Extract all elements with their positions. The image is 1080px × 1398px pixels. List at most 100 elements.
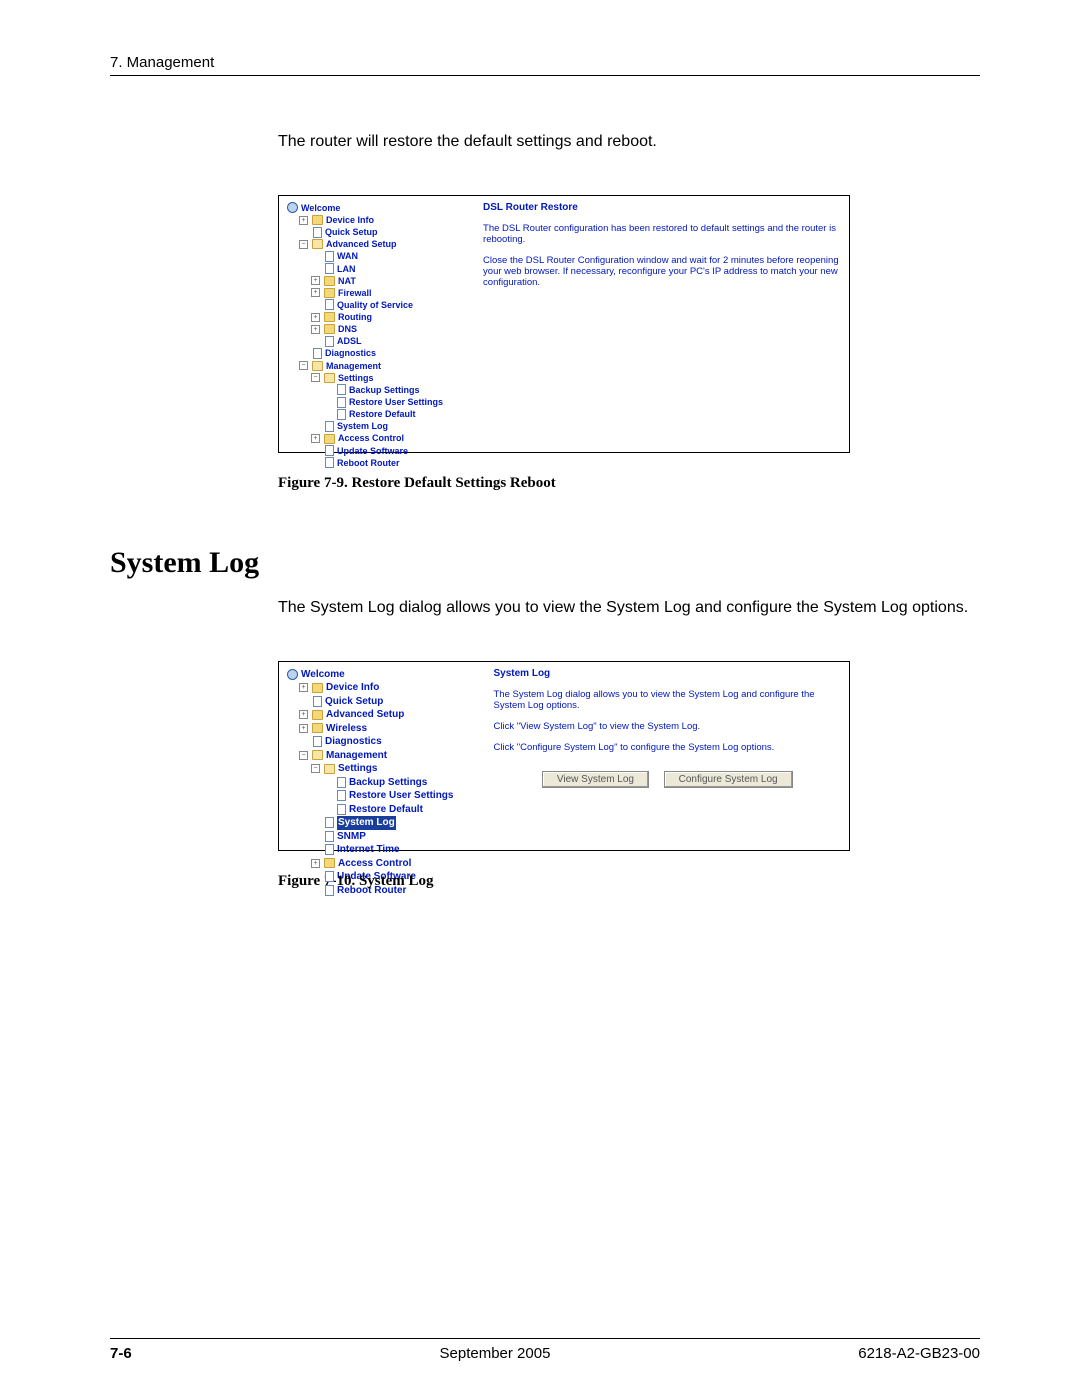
expand-icon[interactable]: + — [311, 288, 320, 297]
tree-quick-setup[interactable]: Quick Setup — [325, 226, 378, 238]
tree-backup[interactable]: Backup Settings — [349, 776, 427, 790]
expand-icon[interactable]: + — [311, 313, 320, 322]
tree-routing[interactable]: Routing — [338, 311, 372, 323]
expand-icon[interactable]: + — [311, 434, 320, 443]
page-icon — [313, 736, 322, 747]
tree-dns[interactable]: DNS — [338, 323, 357, 335]
tree-system-log[interactable]: System Log — [337, 420, 388, 432]
tree-welcome[interactable]: Welcome — [301, 668, 345, 682]
doc-number: 6218-A2-GB23-00 — [858, 1345, 980, 1362]
tree-welcome[interactable]: Welcome — [301, 202, 340, 214]
nav-tree: Welcome + Device Info Quick Setup − Advanc… — [287, 202, 443, 469]
page-icon — [325, 336, 334, 347]
tree-device-info[interactable]: Device Info — [326, 214, 374, 226]
tree-restore-user[interactable]: Restore User Settings — [349, 789, 453, 803]
content-text: Click "Configure System Log" to configur… — [493, 742, 841, 753]
folder-icon — [312, 683, 323, 693]
content-pane: System Log The System Log dialog allows … — [493, 668, 841, 898]
header-rule — [110, 75, 980, 76]
tree-diagnostics[interactable]: Diagnostics — [325, 347, 376, 359]
content-text: Click "View System Log" to view the Syst… — [493, 721, 841, 732]
expand-icon[interactable]: + — [299, 710, 308, 719]
page-icon — [337, 777, 346, 788]
page-icon — [325, 263, 334, 274]
page-icon — [325, 445, 334, 456]
tree-access-control[interactable]: Access Control — [338, 857, 411, 871]
tree-backup[interactable]: Backup Settings — [349, 384, 420, 396]
tree-restore-default[interactable]: Restore Default — [349, 408, 416, 420]
folder-icon — [312, 710, 323, 720]
tree-management[interactable]: Management — [326, 749, 387, 763]
globe-icon — [287, 202, 298, 213]
footer-rule — [110, 1338, 980, 1339]
page-icon — [325, 831, 334, 842]
page-number: 7-6 — [110, 1345, 132, 1362]
intro-paragraph: The router will restore the default sett… — [278, 132, 980, 153]
figure-caption: Figure 7-9. Restore Default Settings Reb… — [278, 475, 980, 492]
tree-device-info[interactable]: Device Info — [326, 681, 379, 695]
tree-adsl[interactable]: ADSL — [337, 335, 362, 347]
expand-icon[interactable]: + — [299, 724, 308, 733]
folder-open-icon — [324, 373, 335, 383]
page-icon — [337, 409, 346, 420]
page-icon — [325, 885, 334, 896]
page-icon — [337, 384, 346, 395]
collapse-icon[interactable]: − — [311, 373, 320, 382]
tree-settings[interactable]: Settings — [338, 372, 374, 384]
tree-qos[interactable]: Quality of Service — [337, 299, 413, 311]
folder-open-icon — [312, 239, 323, 249]
tree-settings[interactable]: Settings — [338, 762, 377, 776]
page-icon — [337, 790, 346, 801]
tree-snmp[interactable]: SNMP — [337, 830, 366, 844]
tree-diagnostics[interactable]: Diagnostics — [325, 735, 382, 749]
tree-wan[interactable]: WAN — [337, 250, 358, 262]
collapse-icon[interactable]: − — [311, 764, 320, 773]
tree-internet-time[interactable]: Internet Time — [337, 843, 400, 857]
collapse-icon[interactable]: − — [299, 240, 308, 249]
tree-management[interactable]: Management — [326, 360, 381, 372]
tree-restore-user[interactable]: Restore User Settings — [349, 396, 443, 408]
page-icon — [325, 421, 334, 432]
figure-7-10: Welcome + Device Info Quick Setup + Advanc… — [278, 661, 850, 851]
expand-icon[interactable]: + — [311, 325, 320, 334]
page-icon — [325, 844, 334, 855]
expand-icon[interactable]: + — [299, 216, 308, 225]
folder-open-icon — [312, 750, 323, 760]
page-icon — [337, 397, 346, 408]
tree-access-control[interactable]: Access Control — [338, 432, 404, 444]
folder-icon — [324, 434, 335, 444]
globe-icon — [287, 669, 298, 680]
tree-restore-default[interactable]: Restore Default — [349, 803, 423, 817]
content-text: Close the DSL Router Configuration windo… — [483, 255, 841, 288]
tree-system-log-selected[interactable]: System Log — [337, 816, 396, 830]
content-title: System Log — [493, 668, 841, 679]
expand-icon[interactable]: + — [299, 683, 308, 692]
tree-update-software[interactable]: Update Software — [337, 445, 408, 457]
tree-wireless[interactable]: Wireless — [326, 722, 367, 736]
page-icon — [325, 871, 334, 882]
tree-quick-setup[interactable]: Quick Setup — [325, 695, 383, 709]
collapse-icon[interactable]: − — [299, 751, 308, 760]
folder-icon — [324, 324, 335, 334]
collapse-icon[interactable]: − — [299, 361, 308, 370]
folder-icon — [324, 276, 335, 286]
content-pane: DSL Router Restore The DSL Router config… — [483, 202, 841, 469]
page-icon — [337, 804, 346, 815]
page-icon — [325, 457, 334, 468]
expand-icon[interactable]: + — [311, 859, 320, 868]
tree-advanced-setup[interactable]: Advanced Setup — [326, 708, 404, 722]
folder-icon — [324, 858, 335, 868]
view-system-log-button[interactable]: View System Log — [542, 771, 649, 788]
content-text: The DSL Router configuration has been re… — [483, 223, 841, 245]
expand-icon[interactable]: + — [311, 276, 320, 285]
folder-icon — [324, 312, 335, 322]
tree-advanced-setup[interactable]: Advanced Setup — [326, 238, 397, 250]
configure-system-log-button[interactable]: Configure System Log — [664, 771, 793, 788]
content-text: The System Log dialog allows you to view… — [493, 689, 841, 711]
tree-nat[interactable]: NAT — [338, 275, 356, 287]
folder-icon — [312, 215, 323, 225]
tree-reboot[interactable]: Reboot Router — [337, 457, 400, 469]
tree-lan[interactable]: LAN — [337, 263, 356, 275]
tree-firewall[interactable]: Firewall — [338, 287, 372, 299]
figure-7-9: Welcome + Device Info Quick Setup − Advanc… — [278, 195, 850, 453]
